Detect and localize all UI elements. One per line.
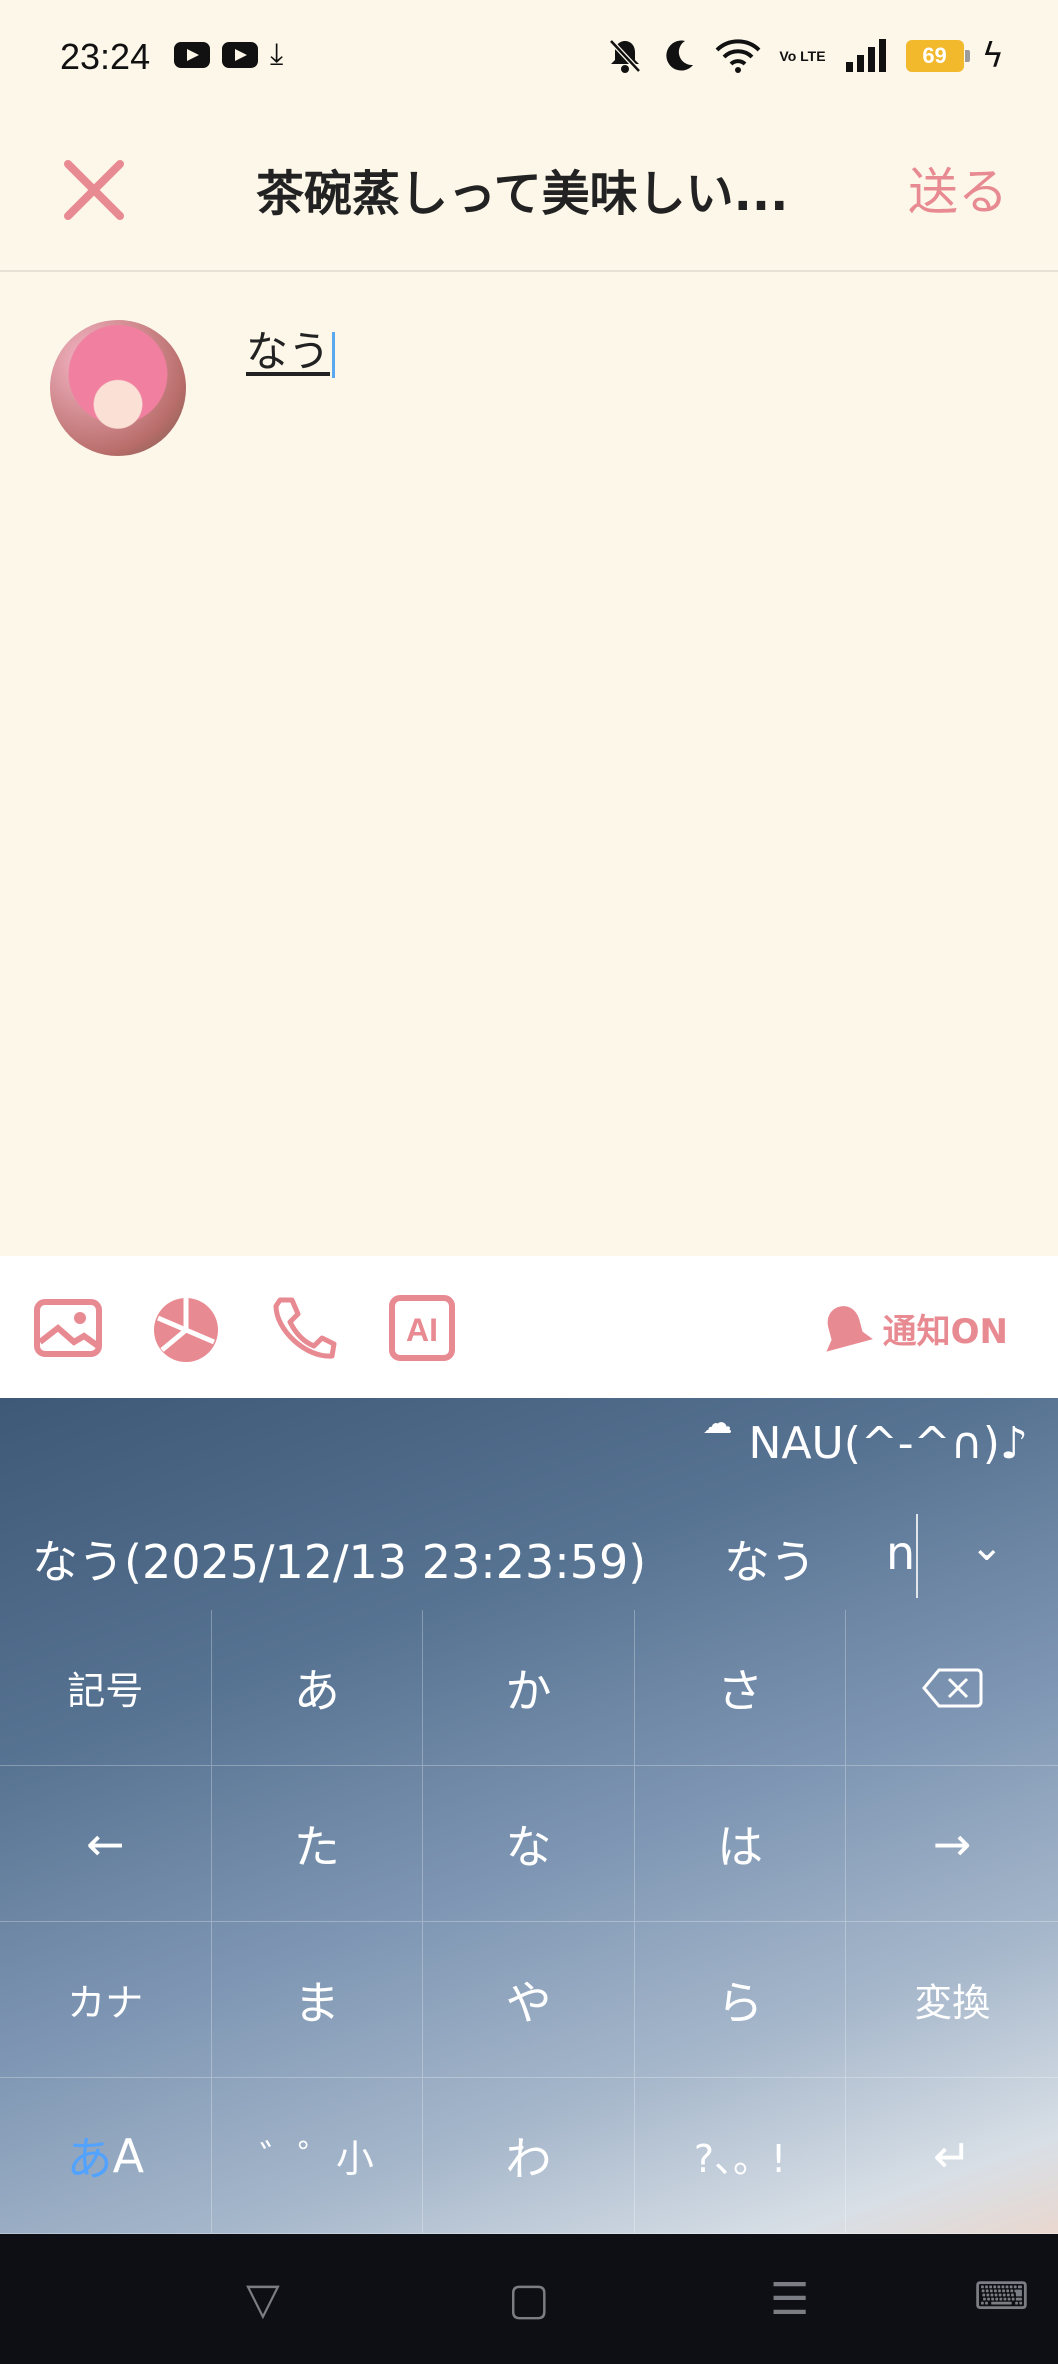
charging-icon: ϟ [981,36,1004,76]
ai-icon[interactable]: AI [386,1292,458,1364]
volte-indicator: Vo LTE [779,48,826,64]
suggestion-bar: なう(2025/12/13 23:23:59) なう n ⌄ [0,1506,1058,1606]
key-ka[interactable]: か [423,1610,635,1766]
key-grid: 記号 あ か さ ← た な は → カナ ま や ら 変換 あA ゛゜小 わ … [0,1610,1058,2234]
status-system-icons: Vo LTE 69 ϟ [607,36,1004,76]
youtube-icon [174,42,210,68]
bell-icon [826,1306,873,1352]
mode-kana: あ [66,2131,113,2186]
recents-icon[interactable]: ☰ [770,2274,809,2325]
wifi-icon [716,39,761,73]
key-kana[interactable]: カナ [0,1922,212,2078]
status-time: 23:24 [60,36,151,77]
key-ra[interactable]: ら [634,1922,847,2078]
compose-toolbar: AI 通知ON [0,1256,1058,1398]
key-left-arrow[interactable]: ← [0,1766,212,1922]
download-icon: ⤓ [270,37,284,72]
muted-bell-icon [609,39,642,73]
key-ta[interactable]: た [211,1766,424,1922]
pie-chart-icon[interactable] [150,1292,222,1364]
key-sa[interactable]: さ [634,1610,847,1766]
moon-icon [666,40,694,71]
notify-toggle[interactable]: 通知ON [817,1300,1008,1356]
keyboard-banner-text: NAU(^-^∩)♪ [748,1418,1028,1469]
key-convert[interactable]: 変換 [846,1922,1058,2078]
status-notification-icons: ⤓ [174,37,284,72]
text-caret [332,331,336,378]
compose-text: なう [246,327,331,376]
suggestion-item[interactable]: なう(2025/12/13 23:23:59) [32,1526,646,1592]
send-button[interactable]: 送る [908,152,1008,224]
key-right-arrow[interactable]: → [846,1766,1058,1922]
page-title: 茶碗蒸しって美味しい... [256,166,789,222]
chevron-down-icon[interactable]: ⌄ [970,1524,1004,1570]
key-enter[interactable]: ↵ [846,2078,1058,2234]
close-icon[interactable] [56,152,132,228]
key-dakuten[interactable]: ゛゜小 [211,2078,424,2234]
ai-label: AI [406,1312,438,1348]
key-punctuation[interactable]: ?、。! [634,2078,847,2234]
status-bar: 23:24 ⤓ Vo LTE 69 ϟ [0,0,1058,120]
keyboard-switch-icon[interactable]: ⌨ [974,2274,1029,2318]
backspace-icon [922,1668,983,1707]
phone-icon[interactable] [266,1292,338,1364]
image-icon[interactable] [32,1292,104,1364]
cloud-icon[interactable]: ☁ [703,1406,733,1441]
key-a[interactable]: あ [211,1610,424,1766]
input-cursor [916,1514,918,1598]
signal-icon [845,39,886,72]
key-ma[interactable]: ま [211,1922,424,2078]
keyboard: ☁ NAU(^-^∩)♪ なう(2025/12/13 23:23:59) なう … [0,1398,1058,2234]
key-na[interactable]: な [423,1766,635,1922]
compose-input[interactable]: なう [246,318,336,379]
backspace-key[interactable] [846,1610,1058,1766]
key-symbols[interactable]: 記号 [0,1610,212,1766]
back-icon[interactable]: ▽ [246,2274,280,2325]
battery-icon: 69 [905,40,970,72]
suggestion-item[interactable]: n [886,1526,915,1580]
avatar [50,320,186,456]
key-wa[interactable]: わ [423,2078,635,2234]
key-ha[interactable]: は [634,1766,847,1922]
youtube-icon [222,42,258,68]
suggestion-item[interactable]: なう [724,1526,816,1592]
key-mode-switch[interactable]: あA [0,2078,212,2234]
compose-header: 茶碗蒸しって美味しい... 送る [0,120,1058,272]
key-ya[interactable]: や [423,1922,635,2078]
system-nav-bar: ▽ ▢ ☰ ⌨ [0,2234,1058,2364]
keyboard-banner: ☁ NAU(^-^∩)♪ [703,1406,1028,1469]
mode-alpha: A [112,2128,145,2183]
home-icon[interactable]: ▢ [508,2274,550,2325]
notify-label: 通知ON [882,1311,1008,1352]
